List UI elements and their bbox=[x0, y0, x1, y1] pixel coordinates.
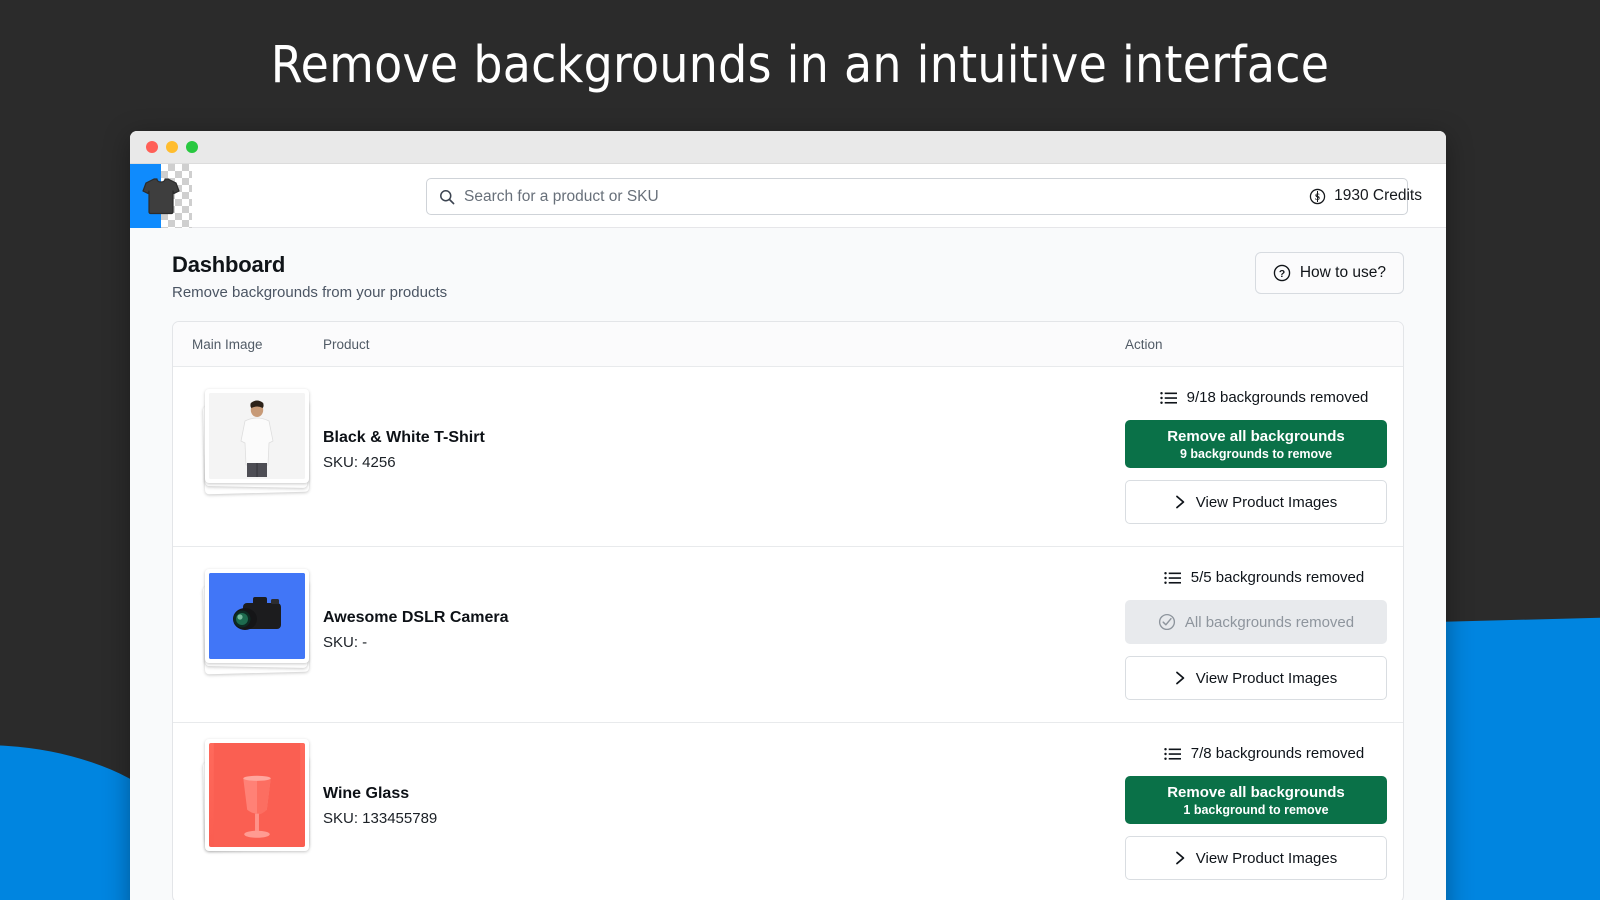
page-title: Dashboard bbox=[172, 252, 286, 277]
view-product-images-button[interactable]: View Product Images bbox=[1125, 480, 1387, 524]
product-photo bbox=[209, 743, 305, 847]
backgrounds-removed-status: 9/18 backgrounds removed bbox=[1125, 389, 1403, 406]
product-name: Wine Glass bbox=[323, 785, 410, 802]
product-sku: SKU: 4256 bbox=[323, 454, 396, 471]
all-backgrounds-removed-label: All backgrounds removed bbox=[1184, 613, 1355, 631]
check-circle-icon bbox=[1158, 613, 1176, 631]
minimize-window-button[interactable] bbox=[166, 141, 178, 153]
photo-stack-top bbox=[205, 569, 309, 663]
hero-headline: Remove backgrounds in an intuitive inter… bbox=[270, 36, 1330, 95]
view-product-images-label: View Product Images bbox=[1195, 849, 1338, 867]
chevron-right-icon bbox=[1175, 851, 1186, 865]
product-sku: SKU: - bbox=[323, 634, 368, 651]
column-header-main-image: Main Image bbox=[192, 336, 263, 352]
table-row: Awesome DSLR Camera SKU: - 5/5 backgroun… bbox=[173, 547, 1403, 723]
remove-all-backgrounds-button[interactable]: Remove all backgrounds 9 backgrounds to … bbox=[1125, 420, 1387, 468]
backgrounds-removed-status: 7/8 backgrounds removed bbox=[1125, 745, 1403, 762]
page-heading-group: Dashboard Remove backgrounds from your p… bbox=[172, 252, 447, 301]
column-header-action: Action bbox=[1125, 336, 1163, 352]
page-subtitle: Remove backgrounds from your products bbox=[172, 284, 448, 301]
credits-indicator[interactable]: S 1930 Credits bbox=[1309, 164, 1422, 228]
product-photo bbox=[209, 393, 305, 479]
dollar-circle-icon: S bbox=[1309, 188, 1326, 205]
view-product-images-label: View Product Images bbox=[1195, 493, 1338, 511]
row-thumbnail-cell bbox=[173, 569, 323, 677]
backgrounds-removed-label: 9/18 backgrounds removed bbox=[1186, 389, 1369, 406]
page-header: Dashboard Remove backgrounds from your p… bbox=[172, 252, 1404, 321]
wine-glass-photo[interactable] bbox=[202, 739, 312, 853]
row-product-cell: Wine Glass SKU: 133455789 bbox=[323, 745, 1125, 827]
row-action-cell: 5/5 backgrounds removed All backgrounds … bbox=[1125, 569, 1403, 700]
row-thumbnail-cell bbox=[173, 389, 323, 497]
search-icon bbox=[439, 189, 455, 205]
row-product-cell: Awesome DSLR Camera SKU: - bbox=[323, 569, 1125, 651]
how-to-use-button[interactable]: ? How to use? bbox=[1254, 252, 1404, 294]
product-name: Awesome DSLR Camera bbox=[323, 609, 509, 626]
all-backgrounds-removed-button: All backgrounds removed bbox=[1125, 600, 1387, 644]
row-product-cell: Black & White T-Shirt SKU: 4256 bbox=[323, 389, 1125, 471]
search-box[interactable] bbox=[426, 178, 1408, 215]
question-circle-icon: ? bbox=[1273, 264, 1291, 282]
row-action-cell: 9/18 backgrounds removed Remove all back… bbox=[1125, 389, 1403, 524]
products-table: Main Image Product Action Black & White … bbox=[172, 321, 1404, 900]
tshirt-glyph bbox=[142, 177, 180, 214]
how-to-use-label: How to use? bbox=[1299, 264, 1386, 281]
tshirt-logo-icon[interactable] bbox=[130, 163, 192, 228]
view-product-images-button[interactable]: View Product Images bbox=[1125, 656, 1387, 700]
list-icon bbox=[1159, 391, 1177, 405]
row-action-cell: 7/8 backgrounds removed Remove all backg… bbox=[1125, 745, 1403, 880]
list-icon bbox=[1164, 747, 1181, 761]
white-tshirt-photo[interactable] bbox=[202, 389, 312, 497]
photo-stack-top bbox=[205, 389, 309, 483]
view-product-images-label: View Product Images bbox=[1195, 669, 1338, 687]
credits-label: 1930 Credits bbox=[1334, 187, 1422, 204]
window-titlebar bbox=[130, 131, 1446, 164]
product-name: Black & White T-Shirt bbox=[323, 429, 485, 446]
remove-all-backgrounds-subtext: 9 backgrounds to remove bbox=[1179, 446, 1333, 461]
remove-all-backgrounds-label: Remove all backgrounds bbox=[1167, 783, 1345, 801]
remove-all-backgrounds-button[interactable]: Remove all backgrounds 1 background to r… bbox=[1125, 776, 1387, 824]
app-topbar: S 1930 Credits bbox=[130, 163, 1446, 228]
table-header-row: Main Image Product Action bbox=[173, 322, 1403, 367]
product-photo bbox=[209, 573, 305, 659]
backgrounds-removed-label: 5/5 backgrounds removed bbox=[1190, 569, 1365, 586]
remove-all-backgrounds-subtext: 1 background to remove bbox=[1183, 802, 1329, 817]
chevron-right-icon bbox=[1175, 671, 1186, 685]
backgrounds-removed-label: 7/8 backgrounds removed bbox=[1190, 745, 1365, 762]
browser-window: S 1930 Credits Dashboard Remove backgrou… bbox=[130, 131, 1446, 900]
close-window-button[interactable] bbox=[146, 141, 158, 153]
table-row: Black & White T-Shirt SKU: 4256 9/18 bac… bbox=[173, 367, 1403, 547]
chevron-right-icon bbox=[1175, 495, 1186, 509]
backgrounds-removed-status: 5/5 backgrounds removed bbox=[1125, 569, 1403, 586]
column-header-product: Product bbox=[323, 336, 370, 352]
list-icon bbox=[1164, 571, 1181, 585]
row-thumbnail-cell bbox=[173, 739, 323, 853]
view-product-images-button[interactable]: View Product Images bbox=[1125, 836, 1387, 880]
screenshot-root: Remove backgrounds in an intuitive inter… bbox=[0, 0, 1600, 900]
dslr-camera-photo[interactable] bbox=[202, 569, 312, 677]
remove-all-backgrounds-label: Remove all backgrounds bbox=[1167, 427, 1345, 445]
product-sku: SKU: 133455789 bbox=[323, 810, 438, 827]
search-input[interactable] bbox=[464, 187, 1395, 206]
search-container bbox=[426, 178, 1408, 215]
page-content: Dashboard Remove backgrounds from your p… bbox=[130, 228, 1446, 900]
photo-stack-top bbox=[205, 739, 309, 851]
table-row: Wine Glass SKU: 133455789 7/8 background… bbox=[173, 723, 1403, 900]
zoom-window-button[interactable] bbox=[186, 141, 198, 153]
svg-text:?: ? bbox=[1279, 269, 1285, 280]
